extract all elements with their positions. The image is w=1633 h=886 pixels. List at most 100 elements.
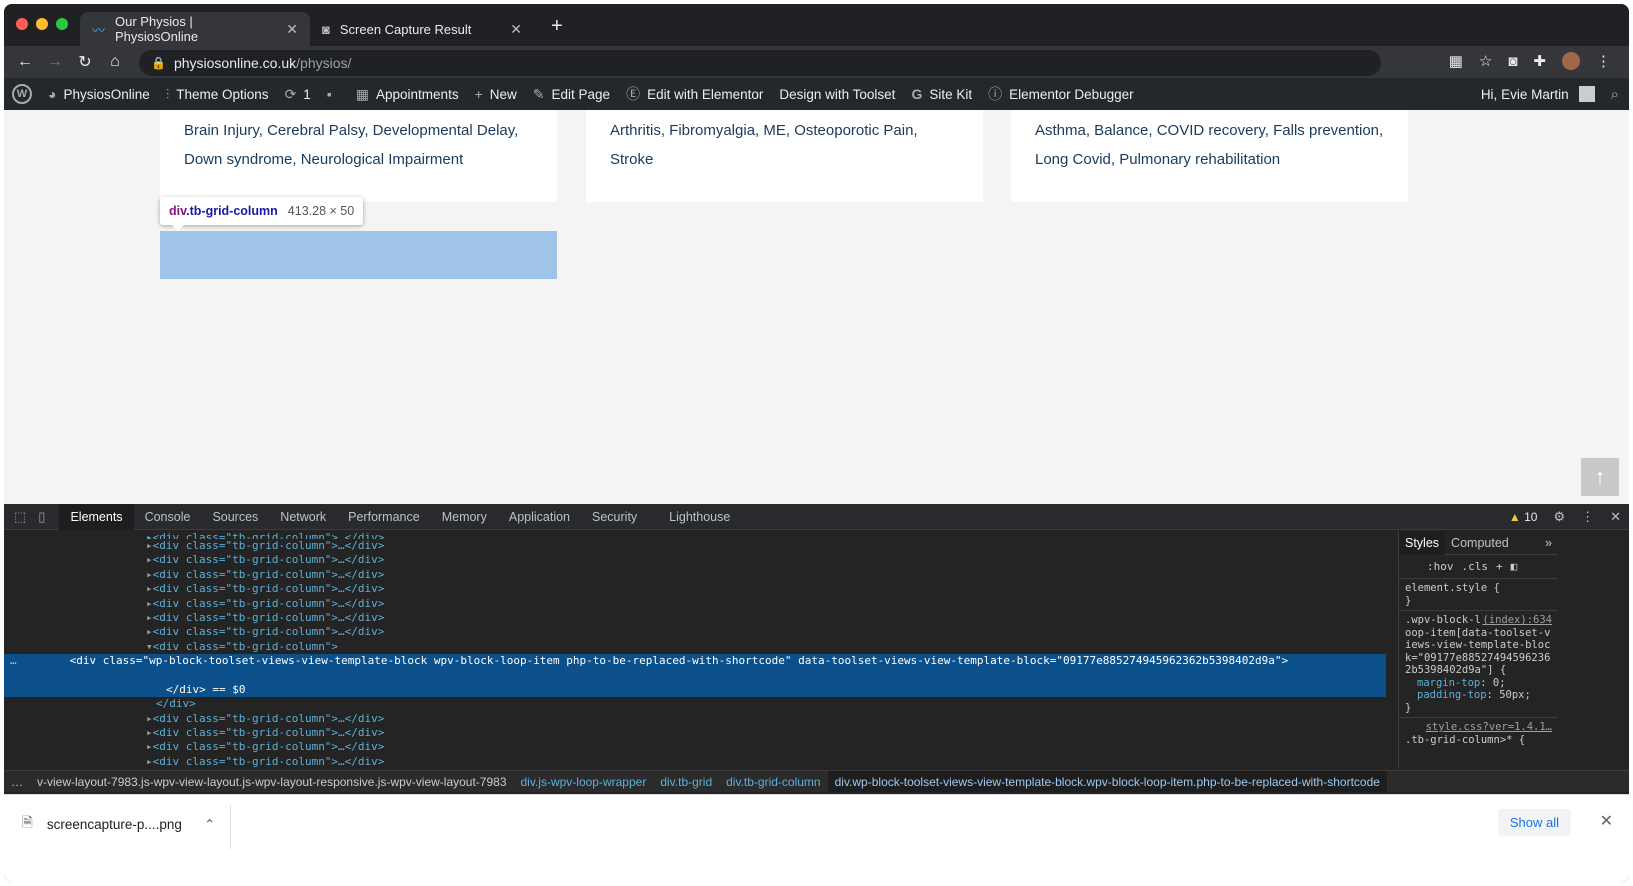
breadcrumb-item[interactable]: v-view-layout-7983.js-wpv-view-layout.js…: [30, 775, 514, 789]
tab-physios[interactable]: 〰 Our Physios | PhysiosOnline ✕: [80, 12, 310, 46]
css-property[interactable]: margin-top: [1417, 677, 1480, 689]
user-greeting[interactable]: Hi, Evie Martin: [1481, 87, 1569, 102]
extensions-puzzle-icon[interactable]: ✚: [1533, 52, 1546, 70]
maximize-window-button[interactable]: [56, 18, 68, 30]
dom-node[interactable]: ▸<div class="tb-grid-column">…</div>: [4, 553, 1386, 567]
close-window-button[interactable]: [16, 18, 28, 30]
design-toolset-link[interactable]: Design with Toolset: [771, 87, 903, 102]
tab-title: Our Physios | PhysiosOnline: [115, 14, 199, 44]
dom-node-expanded[interactable]: ▾<div class="tb-grid-column">: [4, 640, 1386, 654]
browser-menu-icon[interactable]: ⋮: [1596, 52, 1611, 70]
bookmark-star-icon[interactable]: ☆: [1479, 52, 1492, 70]
breadcrumb-item-active[interactable]: div.wp-block-toolset-views-view-template…: [827, 771, 1387, 792]
address-bar[interactable]: 🔒 physiosonline.co.uk/physios/: [139, 50, 1381, 76]
devtools-menu-icon[interactable]: ⋮: [1581, 509, 1594, 525]
rule-source-link[interactable]: (index):634: [1482, 614, 1552, 627]
minimize-window-button[interactable]: [36, 18, 48, 30]
dom-node[interactable]: ▸<div class="tb-grid-column">…</div>: [4, 712, 1386, 726]
breadcrumb-overflow[interactable]: …: [4, 775, 30, 789]
css-rule[interactable]: (index):634 .wpv-block-loop-item[data-to…: [1399, 611, 1558, 718]
css-value[interactable]: 50px;: [1499, 689, 1531, 701]
add-rule-icon[interactable]: +: [1496, 560, 1503, 573]
dom-node[interactable]: ▸<div class="tb-grid-column">…</div>: [4, 531, 1386, 539]
elementor-debugger-label: Elementor Debugger: [1009, 86, 1134, 102]
tab-security[interactable]: Security: [581, 504, 648, 530]
dom-node[interactable]: ▸<div class="tb-grid-column">…</div>: [4, 755, 1386, 769]
updates-menu[interactable]: ⟳ 1: [277, 86, 319, 103]
dom-node[interactable]: ▸<div class="tb-grid-column">…</div>: [4, 625, 1386, 639]
dom-tree[interactable]: ▸<div class="tb-grid-column">…</div> ▸<d…: [4, 531, 1386, 769]
site-kit-menu[interactable]: G Site Kit: [903, 86, 980, 102]
edit-elementor-link[interactable]: Ⓔ Edit with Elementor: [618, 84, 771, 104]
card-conditions-line: Brain Injury, Cerebral Palsy, Developmen…: [184, 122, 519, 139]
user-avatar[interactable]: [1578, 86, 1595, 102]
forward-icon[interactable]: →: [40, 53, 70, 71]
wordpress-logo-button[interactable]: W: [4, 84, 40, 104]
tab-lighthouse[interactable]: Lighthouse: [658, 504, 741, 530]
dom-node[interactable]: ▸<div class="tb-grid-column">…</div>: [4, 726, 1386, 740]
search-icon[interactable]: ⌕: [1611, 86, 1619, 103]
cls-toggle[interactable]: .cls: [1462, 560, 1489, 573]
dom-node[interactable]: ▸<div class="tb-grid-column">…</div>: [4, 539, 1386, 553]
settings-gear-icon[interactable]: ⚙: [1553, 509, 1565, 525]
new-tab-button[interactable]: +: [551, 16, 563, 36]
more-tabs-icon[interactable]: »: [1539, 531, 1558, 555]
tab-elements[interactable]: Elements: [59, 503, 134, 530]
inspected-element-highlight: [160, 231, 557, 279]
tab-performance[interactable]: Performance: [337, 504, 431, 530]
tab-styles[interactable]: Styles: [1399, 530, 1446, 555]
breadcrumb-item[interactable]: div.tb-grid-column: [719, 775, 827, 789]
toggle-sidebar-icon[interactable]: ◧: [1511, 560, 1518, 573]
site-name-menu[interactable]: ◕ PhysiosOnline: [40, 86, 158, 102]
breadcrumb-item[interactable]: div.tb-grid: [653, 775, 719, 789]
tab-memory[interactable]: Memory: [431, 504, 498, 530]
tab-network[interactable]: Network: [269, 504, 337, 530]
tab-screen-capture[interactable]: ◙ Screen Capture Result ✕: [310, 12, 534, 46]
hov-toggle[interactable]: :hov: [1427, 560, 1454, 573]
comments-menu[interactable]: ▪: [319, 86, 340, 102]
rule-source-link[interactable]: style.css?ver=1.4.1…: [1426, 721, 1552, 733]
dom-node-close[interactable]: </div>: [4, 697, 1386, 711]
dom-node[interactable]: ▸<div class="tb-grid-column">…</div>: [4, 740, 1386, 754]
device-toolbar-icon[interactable]: ▯: [38, 509, 45, 525]
qr-code-icon[interactable]: ▦: [1449, 52, 1463, 70]
edit-page-link[interactable]: ✎ Edit Page: [525, 86, 618, 103]
dom-node[interactable]: ▸<div class="tb-grid-column">…</div>: [4, 597, 1386, 611]
back-icon[interactable]: ←: [10, 53, 40, 71]
selected-dom-node[interactable]: … <div class="wp-block-toolset-views-vie…: [4, 654, 1386, 698]
chevron-up-icon[interactable]: ⌃: [204, 817, 215, 833]
theme-options-menu[interactable]: ⫶ Theme Options: [158, 86, 277, 103]
breadcrumb-item[interactable]: div.js-wpv-loop-wrapper: [514, 775, 654, 789]
screenshot-extension-icon[interactable]: ◙: [1508, 53, 1517, 70]
close-tab-icon[interactable]: ✕: [510, 21, 522, 38]
css-property[interactable]: padding-top: [1417, 689, 1487, 701]
css-rule[interactable]: style.css?ver=1.4.1… .tb-grid-column>* {: [1399, 718, 1558, 749]
tab-computed[interactable]: Computed: [1445, 531, 1515, 555]
warnings-badge[interactable]: ▲ 10: [1509, 510, 1538, 524]
tab-console[interactable]: Console: [134, 504, 202, 530]
elementor-debugger-menu[interactable]: ⓘ Elementor Debugger: [980, 84, 1142, 104]
new-content-menu[interactable]: + New: [467, 86, 525, 102]
close-devtools-icon[interactable]: ✕: [1610, 509, 1621, 525]
dom-node[interactable]: ▸<div class="tb-grid-column">…</div>: [4, 611, 1386, 625]
site-kit-label: Site Kit: [929, 86, 973, 102]
dom-node[interactable]: ▸<div class="tb-grid-column">…</div>: [4, 582, 1386, 596]
close-shelf-icon[interactable]: ✕: [1600, 811, 1613, 831]
inspect-element-icon[interactable]: ⬚: [14, 509, 26, 525]
home-icon[interactable]: ⌂: [100, 53, 130, 71]
tab-application[interactable]: Application: [498, 504, 581, 530]
element-style-rule[interactable]: element.style { }: [1399, 579, 1558, 611]
dom-node[interactable]: ▸<div class="tb-grid-column">…</div>: [4, 568, 1386, 582]
browser-window: 〰 Our Physios | PhysiosOnline ✕ ◙ Screen…: [4, 4, 1629, 882]
tab-sources[interactable]: Sources: [201, 504, 269, 530]
profile-avatar[interactable]: [1562, 52, 1580, 70]
close-tab-icon[interactable]: ✕: [286, 21, 298, 38]
appointments-menu[interactable]: ▦ Appointments: [348, 86, 467, 103]
scroll-to-top-button[interactable]: ↑: [1581, 458, 1619, 496]
updates-count: 1: [303, 86, 311, 102]
css-value[interactable]: 0;: [1493, 677, 1506, 689]
reload-icon[interactable]: ↻: [70, 52, 100, 72]
download-item[interactable]: 🗎 screencapture-p....png ⌃: [22, 813, 215, 836]
show-all-button[interactable]: Show all: [1497, 809, 1571, 836]
elementor-icon: Ⓔ: [626, 86, 641, 102]
